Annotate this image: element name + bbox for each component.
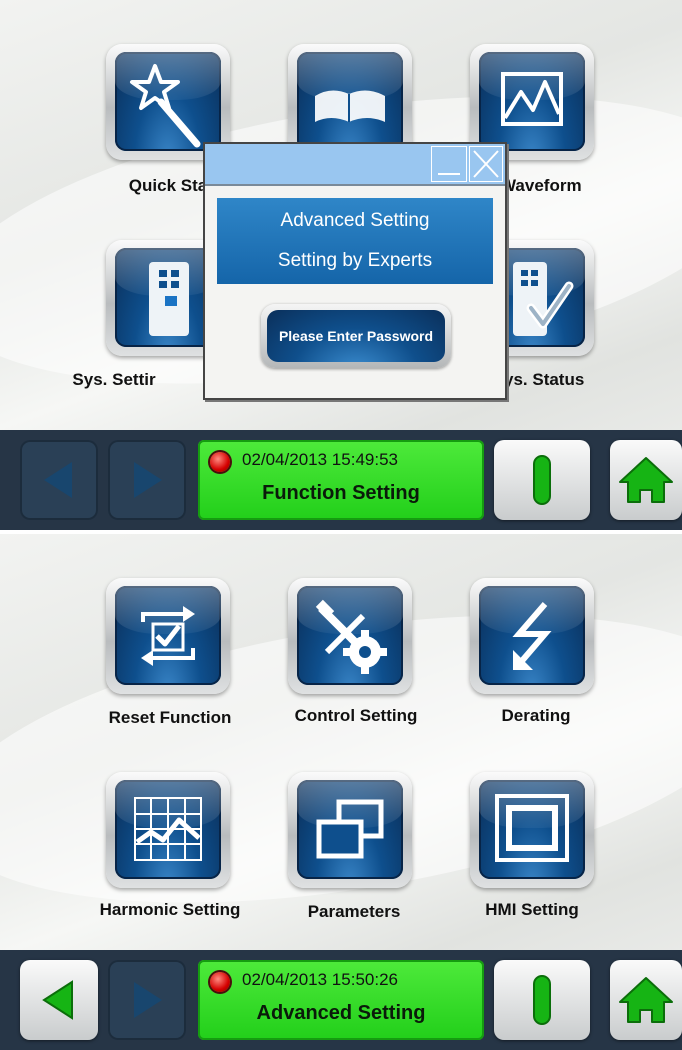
dialog-title: Advanced Setting: [280, 210, 430, 231]
parameters-label: Parameters: [307, 902, 401, 921]
arrow-right-icon: [134, 982, 162, 1018]
datetime-display: 02/04/2013 15:50:26: [242, 970, 398, 989]
tools-gear-icon: [315, 599, 387, 674]
windows-stack-icon: [316, 799, 384, 859]
harmonic-setting-button[interactable]: [106, 772, 230, 888]
control-setting-label: Control Setting: [294, 706, 418, 725]
enter-password-button[interactable]: Please Enter Password: [261, 304, 451, 368]
reset-cycle-icon: [141, 606, 195, 666]
harmonic-setting-label: Harmonic Setting: [99, 900, 241, 919]
power-indicator-icon: [533, 455, 551, 505]
back-button[interactable]: [20, 440, 98, 520]
dialog-subtitle: Setting by Experts: [277, 250, 433, 271]
function-setting-screen: Quick Sta Waveform Sys. Settir ys. Statu…: [0, 0, 682, 530]
open-book-icon: [315, 90, 385, 122]
dialog-header: Advanced Setting Setting by Experts: [217, 198, 493, 284]
current-function-title: Function Setting: [262, 482, 420, 504]
monitor-frame-icon: [495, 794, 569, 862]
alarm-led-icon: [210, 972, 230, 992]
power-on-button[interactable]: [494, 960, 590, 1040]
power-indicator-icon: [533, 975, 551, 1025]
status-toolbar: 02/04/2013 15:50:26 Advanced Setting: [0, 950, 682, 1050]
lightning-arrow-icon: [512, 602, 552, 670]
reset-function-button[interactable]: [106, 578, 230, 694]
home-icon: [619, 977, 673, 1023]
forward-button[interactable]: [108, 960, 186, 1040]
hmi-setting-button[interactable]: [470, 772, 594, 888]
status-toolbar: 02/04/2013 15:49:53 Function Setting: [0, 430, 682, 530]
home-icon: [619, 457, 673, 503]
reset-function-label: Reset Function: [108, 708, 232, 727]
arrow-left-icon: [42, 980, 73, 1020]
home-button[interactable]: [610, 960, 682, 1040]
control-setting-button[interactable]: [288, 578, 412, 694]
waveform-icon: [501, 72, 563, 126]
home-button[interactable]: [610, 440, 682, 520]
close-icon[interactable]: [469, 146, 503, 182]
dialog-title-bar[interactable]: [205, 144, 505, 186]
forward-button[interactable]: [108, 440, 186, 520]
advanced-setting-dialog: Advanced Setting Setting by Experts Plea…: [203, 142, 507, 400]
datetime-display: 02/04/2013 15:49:53: [242, 450, 398, 469]
advanced-setting-screen: Reset Function Control Setting Derating …: [0, 534, 682, 1050]
minimize-icon[interactable]: [431, 146, 467, 182]
enter-password-label: Please Enter Password: [267, 310, 445, 362]
derating-button[interactable]: [470, 578, 594, 694]
harmonic-chart-icon: [134, 797, 202, 861]
status-panel: 02/04/2013 15:49:53 Function Setting: [198, 440, 484, 520]
status-panel: 02/04/2013 15:50:26 Advanced Setting: [198, 960, 484, 1040]
power-on-button[interactable]: [494, 440, 590, 520]
wand-star-icon: [130, 64, 201, 148]
sys-setting-label: Sys. Settir: [72, 370, 156, 389]
current-function-title: Advanced Setting: [256, 1002, 426, 1024]
parameters-button[interactable]: [288, 772, 412, 888]
alarm-led-icon: [210, 452, 230, 472]
arrow-right-icon: [134, 462, 162, 498]
hmi-setting-label: HMI Setting: [485, 900, 579, 919]
back-button[interactable]: [20, 960, 98, 1040]
derating-label: Derating: [501, 706, 571, 725]
arrow-left-icon: [44, 462, 72, 498]
